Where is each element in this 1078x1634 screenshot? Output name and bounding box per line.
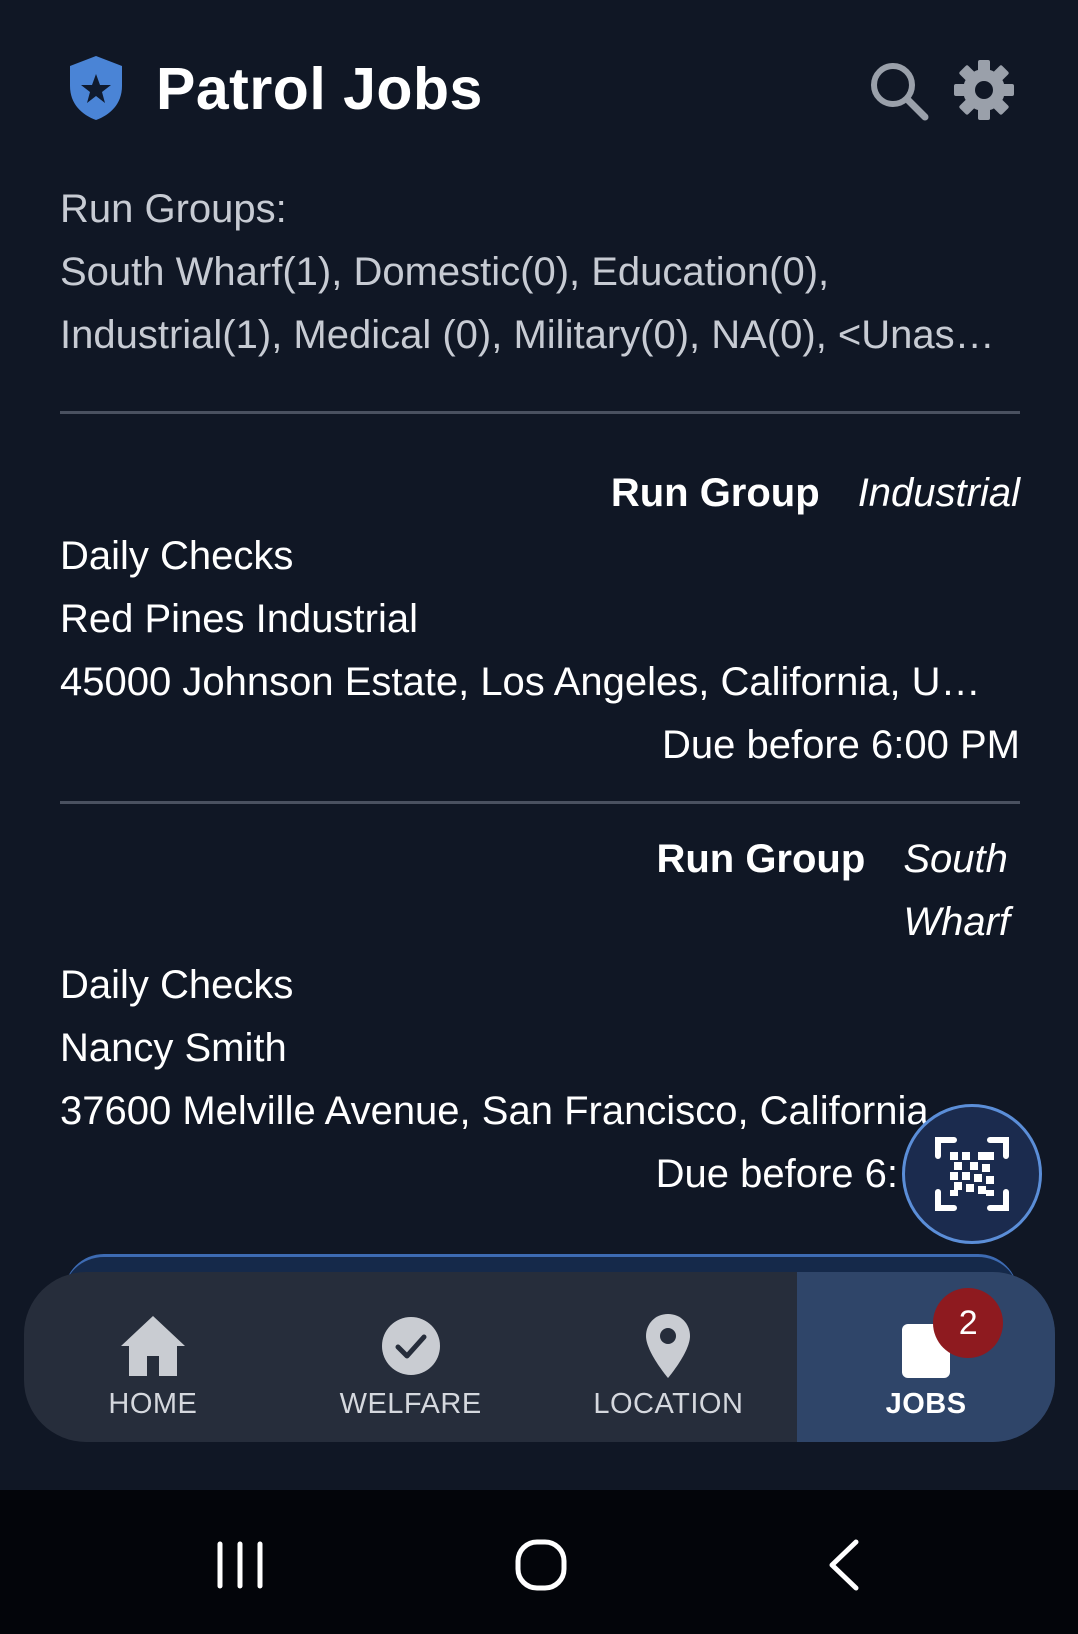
nav-item-jobs[interactable]: JOBS 2 [797, 1272, 1055, 1442]
divider [60, 411, 1020, 414]
shield-star-icon [70, 56, 122, 120]
nav-label: LOCATION [593, 1388, 744, 1420]
home-icon [120, 1316, 185, 1376]
job-title: Daily Checks [60, 534, 294, 578]
app-header: Patrol Jobs [0, 0, 1078, 180]
run-groups-line: South Wharf(1), Domestic(0), Education(0… [60, 250, 830, 294]
bottom-nav: HOME WELFARE LOCATION JOBS 2 [24, 1272, 1055, 1442]
run-group-value-line: Wharf [903, 900, 1010, 944]
nav-item-welfare[interactable]: WELFARE [282, 1272, 540, 1442]
home-button-icon[interactable] [514, 1538, 568, 1592]
run-groups-label: Run Groups: [60, 187, 287, 231]
run-group-row: Run Group South Wharf [60, 828, 1020, 954]
recent-apps-icon[interactable] [212, 1540, 268, 1590]
nav-label: JOBS [885, 1388, 967, 1420]
check-circle-icon [381, 1317, 440, 1375]
page-title: Patrol Jobs [156, 56, 483, 122]
run-groups-summary: Run Groups: South Wharf(1), Domestic(0),… [60, 178, 1020, 367]
gear-icon[interactable] [952, 58, 1016, 122]
run-group-value: South Wharf [903, 828, 1010, 954]
back-icon[interactable] [824, 1538, 864, 1592]
job-site: Nancy Smith [60, 1026, 287, 1070]
divider [60, 801, 1020, 804]
search-icon[interactable] [868, 60, 930, 122]
location-pin-icon [646, 1314, 691, 1378]
run-group-value-line: South [903, 837, 1008, 881]
jobs-count-badge: 2 [933, 1288, 1004, 1358]
job-address: 45000 Johnson Estate, Los Angeles, Calif… [60, 660, 981, 704]
job-card[interactable]: Run Group South Wharf Daily Checks Nancy… [60, 828, 1020, 1206]
job-card[interactable]: Run Group Industrial Daily Checks Red Pi… [60, 462, 1020, 777]
job-due: Due before 6: [655, 1152, 898, 1196]
scan-button[interactable] [902, 1104, 1042, 1244]
qr-scan-icon [935, 1137, 1009, 1211]
nav-label: HOME [108, 1388, 198, 1420]
job-due: Due before 6:00 PM [662, 723, 1020, 767]
nav-item-home[interactable]: HOME [24, 1272, 282, 1442]
run-group-value: Industrial [857, 471, 1020, 515]
run-group-label: Run Group [610, 471, 820, 515]
run-group-row: Run Group Industrial [60, 462, 1020, 525]
system-nav-bar [0, 1490, 1078, 1634]
run-groups-line: Industrial(1), Medical (0), Military(0),… [60, 313, 995, 357]
run-group-label: Run Group [656, 837, 866, 881]
nav-item-location[interactable]: LOCATION [540, 1272, 798, 1442]
job-title: Daily Checks [60, 963, 294, 1007]
job-site: Red Pines Industrial [60, 597, 418, 641]
job-address: 37600 Melville Avenue, San Francisco, Ca… [60, 1089, 929, 1133]
nav-label: WELFARE [339, 1388, 482, 1420]
